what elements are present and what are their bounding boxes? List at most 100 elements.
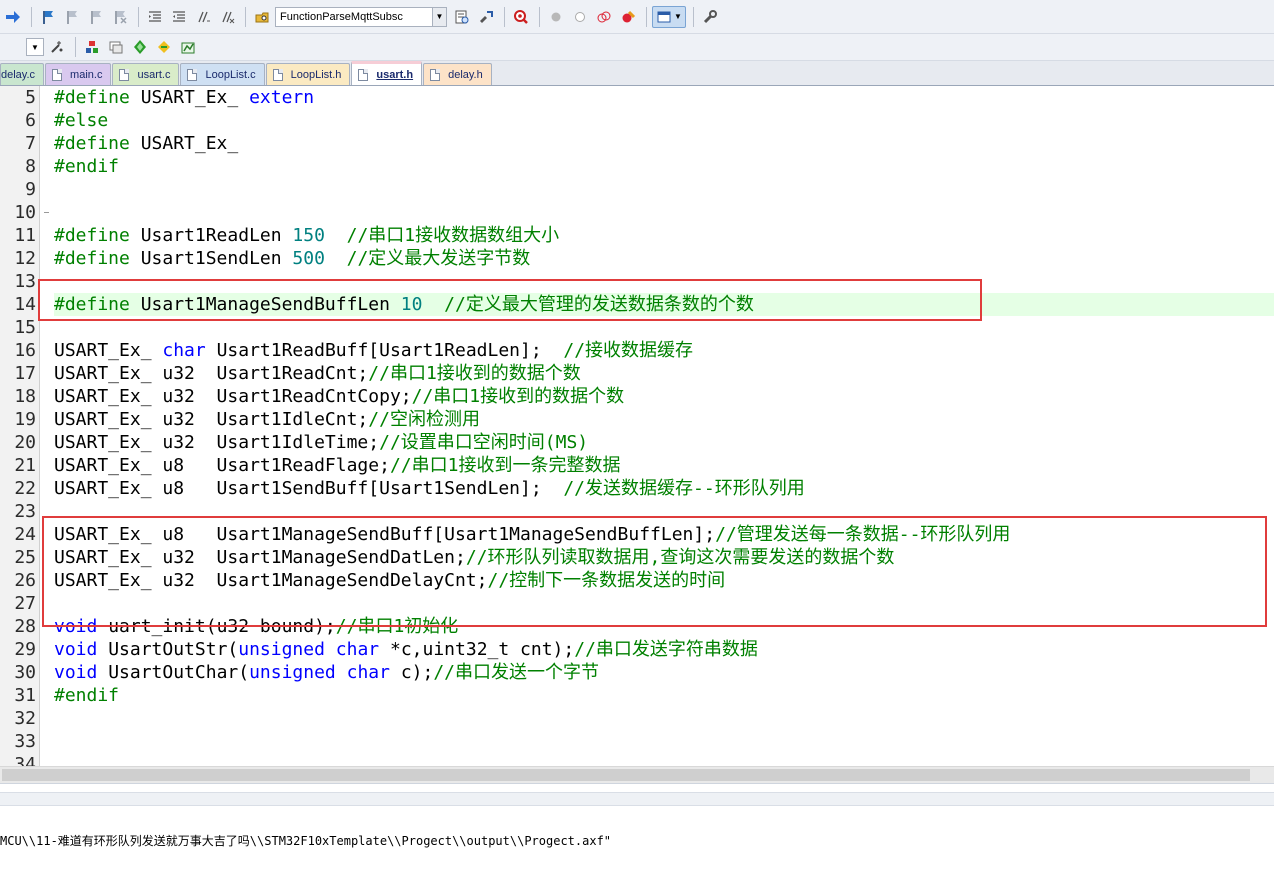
tab-delay-c[interactable]: delay.c <box>0 63 45 85</box>
code-text: USART_Ex_ char Usart1ReadBuff[Usart1Read… <box>54 339 1274 362</box>
runtime-environment-icon[interactable] <box>177 36 199 58</box>
code-text: #define Usart1ManageSendBuffLen 10 //定义最… <box>54 293 1274 316</box>
tab-usart-c[interactable]: usart.c <box>112 63 180 85</box>
line-number: 25 <box>14 547 36 568</box>
unindent-icon[interactable] <box>168 6 190 28</box>
target-options-icon[interactable] <box>46 36 68 58</box>
code-line[interactable]: 19 USART_Ex_ u32 Usart1IdleCnt;//空闲检测用 <box>0 408 1274 431</box>
code-token: USART_Ex_ u32 Usart1IdleCnt; <box>54 409 369 430</box>
tab-looplist-c[interactable]: LoopList.c <box>180 63 265 85</box>
code-line[interactable]: 7 #define USART_Ex_ <box>0 132 1274 155</box>
window-layout-icon[interactable]: ▼ <box>652 5 686 28</box>
code-line[interactable]: 12 #define Usart1SendLen 500 //定义最大发送字节数 <box>0 247 1274 270</box>
code-comment: //发送数据缓存--环形队列用 <box>563 478 805 499</box>
code-line[interactable]: 6 #else <box>0 109 1274 132</box>
code-text: USART_Ex_ u32 Usart1IdleCnt;//空闲检测用 <box>54 408 1274 431</box>
breakpoint-enable-icon[interactable] <box>569 6 591 28</box>
tab-usart-h[interactable]: usart.h <box>351 61 423 85</box>
find-in-files-icon[interactable] <box>251 6 273 28</box>
pack-installer-icon[interactable] <box>153 36 175 58</box>
bookmark-toggle-icon[interactable] <box>37 6 59 28</box>
comment-selection-icon[interactable] <box>192 6 214 28</box>
select-software-packs-icon[interactable] <box>129 36 151 58</box>
code-keyword: extern <box>249 87 315 108</box>
code-line[interactable]: 22 USART_Ex_ u8 Usart1SendBuff[Usart1Send… <box>0 477 1274 500</box>
code-line[interactable]: 25 USART_Ex_ u32 Usart1ManageSendDatLen;/… <box>0 546 1274 569</box>
build-output-panel: MCU\\11-难道有环形队列发送就万事大吉了吗\\STM32F10xTempl… <box>0 813 1274 894</box>
tab-label: LoopList.c <box>205 68 256 81</box>
code-line[interactable]: 5 #define USART_Ex_ extern <box>0 86 1274 109</box>
code-line[interactable]: 15 <box>0 316 1274 339</box>
code-text: USART_Ex_ u32 Usart1ManageSendDatLen;//环… <box>54 546 1274 569</box>
code-line[interactable]: 27 <box>0 592 1274 615</box>
file-extensions-icon[interactable] <box>105 36 127 58</box>
bookmark-clear-icon[interactable] <box>109 6 131 28</box>
code-line[interactable]: 17 USART_Ex_ u32 Usart1ReadCnt;//串口1接收到的数… <box>0 362 1274 385</box>
fold-marker[interactable] <box>44 212 49 213</box>
code-line[interactable]: 18 USART_Ex_ u32 Usart1ReadCntCopy;//串口1接… <box>0 385 1274 408</box>
breakpoint-kill-all-icon[interactable] <box>617 6 639 28</box>
code-directive: #define <box>54 225 130 246</box>
code-line[interactable]: 26 USART_Ex_ u32 Usart1ManageSendDelayCnt… <box>0 569 1274 592</box>
code-line[interactable]: 21 USART_Ex_ u8 Usart1ReadFlage;//串口1接收到一… <box>0 454 1274 477</box>
code-line[interactable]: 34 <box>0 753 1274 766</box>
tab-main-c[interactable]: main.c <box>45 63 112 85</box>
navigate-forward-icon[interactable] <box>2 6 24 28</box>
function-combo[interactable]: FunctionParseMqttSubsc ▼ <box>275 6 447 27</box>
code-line[interactable]: 8 #endif <box>0 155 1274 178</box>
code-line[interactable]: 32 <box>0 707 1274 730</box>
code-line[interactable]: 10 <box>0 201 1274 224</box>
breakpoint-insert-icon[interactable] <box>545 6 567 28</box>
incremental-find-icon[interactable] <box>475 6 497 28</box>
code-comment: //环形队列读取数据用,查询这次需要发送的数据个数 <box>465 547 895 568</box>
configure-icon[interactable] <box>699 6 721 28</box>
code-line[interactable]: 28 void uart_init(u32 bound);//串口1初始化 <box>0 615 1274 638</box>
code-line[interactable]: 31 #endif <box>0 684 1274 707</box>
code-line[interactable]: 20 USART_Ex_ u32 Usart1IdleTime;//设置串口空闲时… <box>0 431 1274 454</box>
toolbar-separator <box>75 37 76 57</box>
code-directive: #endif <box>54 685 120 706</box>
scrollbar-thumb[interactable] <box>2 769 1250 781</box>
editor-horizontal-scrollbar[interactable] <box>0 766 1274 783</box>
code-line[interactable]: 13 <box>0 270 1274 293</box>
code-directive: #define <box>54 133 130 154</box>
line-number: 24 <box>14 524 36 545</box>
code-line[interactable]: 30 void UsartOutChar(unsigned char c);//串… <box>0 661 1274 684</box>
code-line[interactable]: 23 <box>0 500 1274 523</box>
breakpoint-disable-all-icon[interactable] <box>593 6 615 28</box>
uncomment-selection-icon[interactable] <box>216 6 238 28</box>
code-line[interactable]: 9 <box>0 178 1274 201</box>
debug-session-icon[interactable] <box>510 6 532 28</box>
code-line[interactable]: 11 #define Usart1ReadLen 150 //串口1接收数据数组大… <box>0 224 1274 247</box>
code-line[interactable]: 24 USART_Ex_ u8 Usart1ManageSendBuff[Usar… <box>0 523 1274 546</box>
tab-looplist-h[interactable]: LoopList.h <box>265 63 351 85</box>
tab-label: LoopList.h <box>290 68 342 81</box>
line-number: 28 <box>14 616 36 637</box>
code-keyword: void <box>54 616 98 637</box>
code-line[interactable]: 14 #define Usart1ManageSendBuffLen 10 //定… <box>0 293 1274 316</box>
chevron-down-icon[interactable]: ▼ <box>432 7 446 26</box>
function-combo-value: FunctionParseMqttSubsc <box>280 10 403 23</box>
bookmark-previous-icon[interactable] <box>61 6 83 28</box>
line-number: 8 <box>25 156 36 177</box>
tab-label: main.c <box>70 68 103 81</box>
code-text: #else <box>54 109 1274 132</box>
code-token: USART_Ex_ u32 Usart1IdleTime; <box>54 432 380 453</box>
code-line[interactable]: 29 void UsartOutStr(unsigned char *c,uint… <box>0 638 1274 661</box>
find-icon[interactable] <box>451 6 473 28</box>
bookmark-next-icon[interactable] <box>85 6 107 28</box>
indent-icon[interactable] <box>144 6 166 28</box>
line-number: 20 <box>14 432 36 453</box>
tab-label: usart.c <box>137 68 171 81</box>
line-number: 17 <box>14 363 36 384</box>
code-line[interactable]: 33 <box>0 730 1274 753</box>
code-comment: //串口发送字符串数据 <box>574 639 758 660</box>
tab-delay-h[interactable]: delay.h <box>423 63 492 85</box>
manage-components-icon[interactable] <box>81 36 103 58</box>
chevron-down-icon[interactable]: ▼ <box>26 38 44 56</box>
code-editor[interactable]: 5 #define USART_Ex_ extern 6 #else 7 #define … <box>0 86 1274 766</box>
panel-splitter[interactable] <box>0 783 1274 813</box>
code-line[interactable]: 16 USART_Ex_ char Usart1ReadBuff[Usart1Re… <box>0 339 1274 362</box>
